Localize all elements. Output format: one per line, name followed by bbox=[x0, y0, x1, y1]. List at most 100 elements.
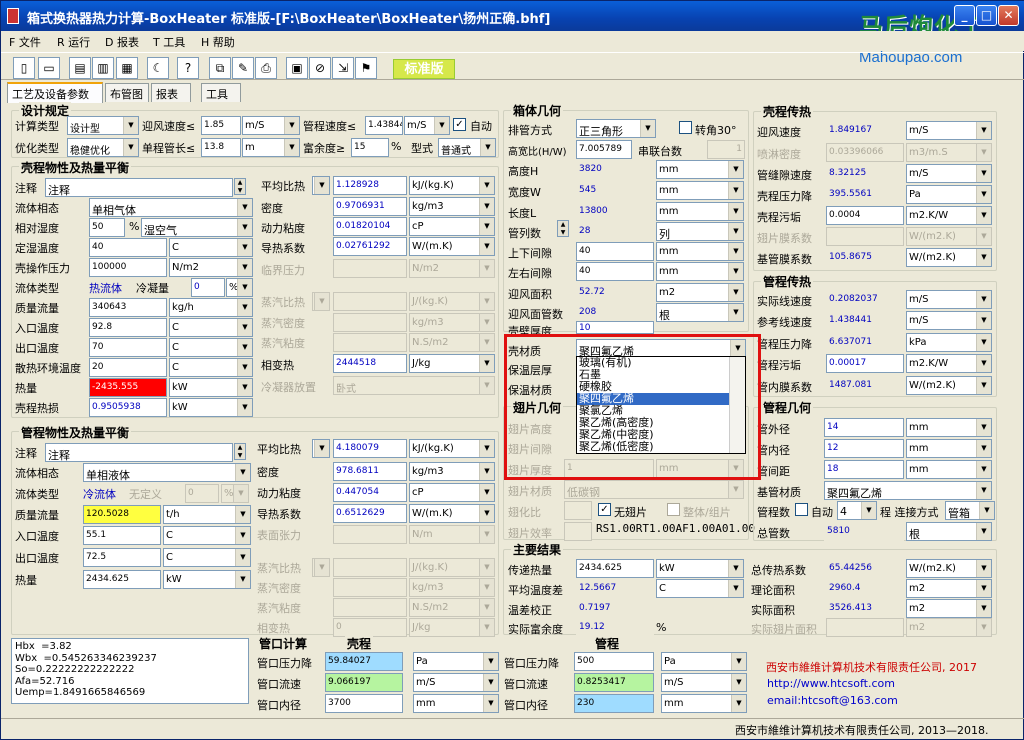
dropdown-item[interactable]: 聚乙烯(低密度) bbox=[577, 441, 745, 453]
shell-dp-unit[interactable]: Pa ▼ bbox=[906, 185, 992, 204]
passes-auto-checkbox[interactable] bbox=[795, 503, 808, 516]
menu-tools[interactable]: T 工具 bbox=[153, 34, 185, 50]
shell-noz-dp-unit[interactable]: Pa ▼ bbox=[413, 652, 499, 671]
pitch-unit[interactable]: mm ▼ bbox=[906, 460, 992, 479]
tube-tout-input[interactable]: 72.5 bbox=[83, 548, 161, 567]
q-unit[interactable]: kW ▼ bbox=[656, 559, 744, 578]
nofin-checkbox[interactable]: ✓ bbox=[598, 503, 611, 516]
u-unit[interactable]: W/(m2.K) ▼ bbox=[906, 559, 992, 578]
tube-dp-unit[interactable]: kPa ▼ bbox=[906, 333, 992, 352]
help-icon[interactable]: ? bbox=[177, 57, 199, 79]
menu-help[interactable]: H 帮助 bbox=[201, 34, 235, 50]
ref-v-unit[interactable]: m/S ▼ bbox=[906, 311, 992, 330]
opt-type-select[interactable]: 稳健优化 ▼ bbox=[67, 138, 139, 157]
calc-log-memo[interactable]: Hbx =3.82 Wbx =0.545263346239237 So=0.22… bbox=[11, 638, 249, 704]
new-icon[interactable]: ▯ bbox=[13, 57, 35, 79]
cols-unit[interactable]: 列 ▼ bbox=[656, 222, 744, 241]
dew-unit[interactable]: C ▼ bbox=[169, 238, 253, 257]
close-button[interactable]: ✕ bbox=[998, 5, 1019, 26]
website-link[interactable]: http://www.htcsoft.com bbox=[767, 677, 895, 690]
shell-heat-unit[interactable]: kW ▼ bbox=[169, 378, 253, 397]
tube-velocity-unit[interactable]: m/S ▼ bbox=[404, 116, 450, 135]
condense-unit[interactable]: % ▼ bbox=[226, 278, 253, 297]
gap-v-unit[interactable]: m/S ▼ bbox=[906, 164, 992, 183]
tube-cp-select[interactable]: ▼ bbox=[312, 439, 330, 458]
face-tubes-unit[interactable]: 根 ▼ bbox=[656, 303, 744, 322]
shell-loss-unit[interactable]: kW ▼ bbox=[169, 398, 253, 417]
rotate30-checkbox[interactable] bbox=[679, 121, 692, 134]
connection-select[interactable]: 管箱 ▼ bbox=[945, 501, 995, 520]
tube-length-input[interactable]: 13.8 bbox=[201, 138, 241, 157]
env-temp-input[interactable]: 20 bbox=[89, 358, 167, 377]
menu-report[interactable]: D 报表 bbox=[105, 34, 139, 50]
stop-icon[interactable]: ⊘ bbox=[309, 57, 331, 79]
menu-run[interactable]: R 运行 bbox=[57, 34, 90, 50]
export-icon[interactable]: ▥ bbox=[92, 57, 114, 79]
od-unit[interactable]: mm ▼ bbox=[906, 418, 992, 437]
actual-area-unit[interactable]: m2 ▼ bbox=[906, 599, 992, 618]
shell-press-input[interactable]: 100000 bbox=[89, 258, 167, 277]
tb-gap-input[interactable]: 40 bbox=[576, 242, 654, 261]
base-material-select[interactable]: 聚四氟乙烯 ▼ bbox=[824, 481, 992, 500]
tube-k-unit[interactable]: W/(m.K) ▼ bbox=[409, 504, 495, 523]
tube-heat-unit[interactable]: kW ▼ bbox=[163, 570, 251, 589]
tab-report[interactable]: 报表 bbox=[151, 83, 191, 102]
dew-input[interactable]: 40 bbox=[89, 238, 167, 257]
lr-gap-input[interactable]: 40 bbox=[576, 262, 654, 281]
lr-gap-unit[interactable]: mm ▼ bbox=[656, 262, 744, 281]
condense-input[interactable]: 0 bbox=[191, 278, 225, 297]
shell-mu-unit[interactable]: cP ▼ bbox=[409, 217, 495, 236]
tube-length-unit[interactable]: m ▼ bbox=[242, 138, 300, 157]
shell-cp-unit[interactable]: kJ/(kg.K) ▼ bbox=[409, 176, 495, 195]
cols-spin[interactable]: ▲ ▼ bbox=[557, 220, 569, 237]
shell-tin-unit[interactable]: C ▼ bbox=[169, 318, 253, 337]
shell-noz-v-unit[interactable]: m/S ▼ bbox=[413, 673, 499, 692]
theory-area-unit[interactable]: m2 ▼ bbox=[906, 579, 992, 598]
tube-velocity-input[interactable]: 1.43844 bbox=[365, 116, 403, 135]
shell-tin-input[interactable]: 92.8 bbox=[89, 318, 167, 337]
humidity-type-select[interactable]: 湿空气 ▼ bbox=[141, 218, 253, 237]
tube-note-input[interactable]: 注释 bbox=[45, 443, 233, 462]
id-unit[interactable]: mm ▼ bbox=[906, 439, 992, 458]
shell-cp-select[interactable]: ▼ bbox=[312, 176, 330, 195]
tube-tin-unit[interactable]: C ▼ bbox=[163, 526, 251, 545]
tab-tools[interactable]: 工具 bbox=[201, 83, 241, 102]
tube-tin-input[interactable]: 55.1 bbox=[83, 526, 161, 545]
shell-note-spin[interactable]: ▲ ▼ bbox=[234, 178, 246, 195]
wall-input[interactable]: 10 bbox=[576, 321, 654, 334]
chart-icon[interactable]: ▣ bbox=[286, 57, 308, 79]
shell-noz-d-unit[interactable]: mm ▼ bbox=[413, 694, 499, 713]
total-tubes-unit[interactable]: 根 ▼ bbox=[906, 522, 992, 541]
tab-layout[interactable]: 布管图 bbox=[105, 83, 149, 102]
import-icon[interactable]: ⇲ bbox=[332, 57, 354, 79]
tube-film-unit[interactable]: W/(m2.K) ▼ bbox=[906, 376, 992, 395]
tube-noz-d-unit[interactable]: mm ▼ bbox=[661, 694, 747, 713]
dropdown-item[interactable]: 玻璃(有机) bbox=[577, 357, 745, 369]
base-coef-unit[interactable]: W/(m2.K) ▼ bbox=[906, 248, 992, 267]
calc-type-select[interactable]: 设计型 ▼ bbox=[67, 116, 139, 135]
open-icon[interactable]: ▭ bbox=[38, 57, 60, 79]
tube-note-spin[interactable]: ▲ ▼ bbox=[234, 443, 246, 460]
tube-tout-unit[interactable]: C ▼ bbox=[163, 548, 251, 567]
shell-noz-d[interactable]: 3700 bbox=[325, 694, 403, 713]
pitch-input[interactable]: 18 bbox=[824, 460, 904, 479]
print-preview-icon[interactable]: ▦ bbox=[116, 57, 138, 79]
arrangement-select[interactable]: 正三角形 ▼ bbox=[576, 119, 656, 138]
actual-v-unit[interactable]: m/S ▼ bbox=[906, 290, 992, 309]
od-input[interactable]: 14 bbox=[824, 418, 904, 437]
tube-rho-unit[interactable]: kg/m3 ▼ bbox=[409, 462, 495, 481]
shell-fluid-value[interactable]: 热流体 bbox=[89, 280, 122, 296]
email-link[interactable]: email:htcsoft@163.com bbox=[767, 694, 898, 707]
shell-k-unit[interactable]: W/(m.K) ▼ bbox=[409, 237, 495, 256]
margin-input[interactable]: 15 bbox=[351, 138, 389, 157]
shell-foul-unit[interactable]: m2.K/W ▼ bbox=[906, 206, 992, 225]
env-temp-unit[interactable]: C ▼ bbox=[169, 358, 253, 377]
print-icon[interactable]: ⎙ bbox=[255, 57, 277, 79]
face-area-unit[interactable]: m2 ▼ bbox=[656, 283, 744, 302]
tube-noz-dp-unit[interactable]: Pa ▼ bbox=[661, 652, 747, 671]
shell-foul-input[interactable]: 0.0004 bbox=[826, 206, 904, 225]
face-velocity-input[interactable]: 1.85 bbox=[201, 116, 241, 135]
tube-phase-select[interactable]: 单相液体 ▼ bbox=[83, 463, 251, 482]
minimize-button[interactable]: _ bbox=[954, 5, 975, 26]
copy-icon[interactable]: ⧉ bbox=[209, 57, 231, 79]
